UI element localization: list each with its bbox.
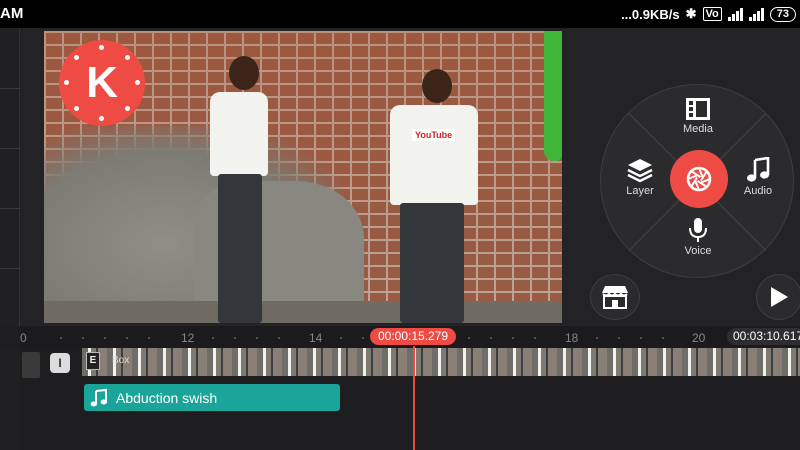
bluetooth-icon: ✱ xyxy=(685,6,697,21)
timeline-rail xyxy=(0,348,20,450)
music-note-icon xyxy=(90,388,107,406)
playhead[interactable] xyxy=(413,346,415,450)
timeline[interactable]: 0 12 14 16 18 20 00:00:15.279 00:03:10.6… xyxy=(0,326,800,450)
clip-label: Box xyxy=(112,355,130,366)
shirt-print: YouTube xyxy=(412,129,456,141)
ground xyxy=(44,301,562,323)
battery-icon: 73 xyxy=(769,6,796,22)
audio-clip[interactable]: Abduction swish xyxy=(84,384,340,411)
ruler-tick: 20 xyxy=(692,331,706,345)
volte-icon: Vo xyxy=(702,7,722,21)
person-left-shirt xyxy=(210,92,268,176)
person-left xyxy=(204,56,284,323)
layer-button[interactable]: Layer xyxy=(605,157,675,197)
track-mute-button[interactable]: I xyxy=(50,353,70,373)
person-right-pants xyxy=(400,203,464,323)
network-speed: ...0.9KB/s xyxy=(621,6,680,22)
ruler-tick: 14 xyxy=(309,331,323,345)
ruler-tick: 0 xyxy=(20,331,27,345)
store-icon xyxy=(602,286,628,309)
ruler-tick: 12 xyxy=(181,331,195,345)
media-label: Media xyxy=(683,123,713,135)
voice-label: Voice xyxy=(684,245,712,257)
play-button[interactable] xyxy=(756,274,800,320)
kinemaster-logo: K xyxy=(59,40,145,126)
video-clip-track[interactable]: E Box xyxy=(82,348,800,376)
media-icon xyxy=(686,98,710,120)
asset-store-button[interactable] xyxy=(590,274,640,320)
clip-badge: E xyxy=(86,352,100,370)
camera-shutter-icon xyxy=(686,166,712,192)
status-bar: AM ...0.9KB/s ✱ Vo 73 xyxy=(0,0,800,28)
total-duration-badge: 00:03:10.617 xyxy=(727,328,800,345)
person-right: YouTube xyxy=(384,69,484,323)
kinemaster-editor: AM ...0.9KB/s ✱ Vo 73 YouTube K Media La… xyxy=(0,0,800,450)
person-left-pants xyxy=(218,174,262,323)
status-time: AM xyxy=(0,5,24,22)
audio-clip-label: Abduction swish xyxy=(116,389,218,406)
person-right-shirt xyxy=(390,105,478,205)
green-cloth xyxy=(544,31,562,161)
person-left-head xyxy=(229,56,259,90)
audio-button[interactable]: Audio xyxy=(723,157,793,197)
signal-icon xyxy=(748,7,764,21)
track-thumbnail xyxy=(22,352,40,378)
left-rail xyxy=(0,28,20,326)
record-camera-button[interactable] xyxy=(670,150,728,208)
current-time-badge: 00:00:15.279 xyxy=(370,328,457,345)
status-icons: ...0.9KB/s ✱ Vo 73 xyxy=(621,5,796,23)
voice-button[interactable]: Voice xyxy=(663,217,733,257)
music-note-icon xyxy=(747,157,770,182)
play-icon xyxy=(771,287,788,307)
layers-icon xyxy=(627,159,653,183)
microphone-icon xyxy=(689,218,707,242)
ruler-tick: 18 xyxy=(565,331,579,345)
media-button[interactable]: Media xyxy=(663,97,733,135)
logo-letter: K xyxy=(86,58,118,107)
audio-label: Audio xyxy=(743,185,773,197)
signal-4g-icon xyxy=(727,7,743,21)
radial-menu: Media Layer Audio Voice xyxy=(600,84,794,278)
person-right-head xyxy=(422,69,452,103)
layer-label: Layer xyxy=(626,185,654,197)
video-preview[interactable]: YouTube K xyxy=(44,31,562,323)
